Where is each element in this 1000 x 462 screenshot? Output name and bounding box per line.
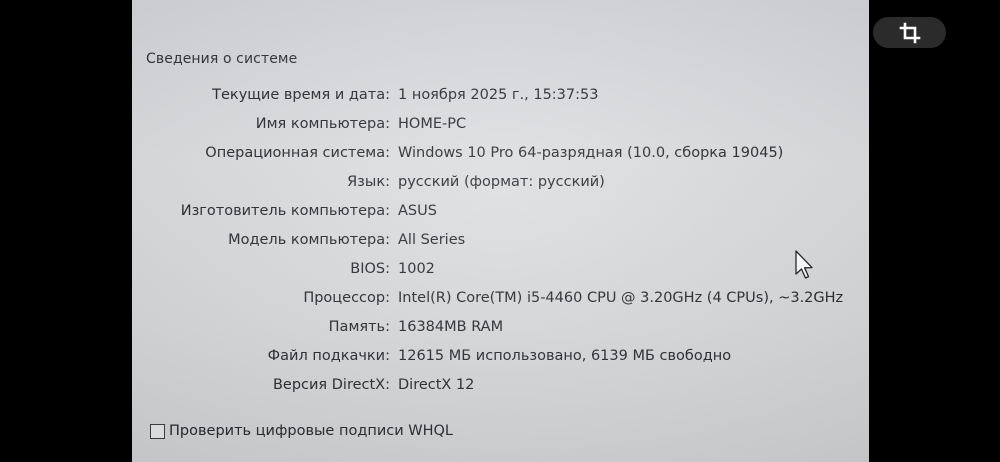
info-label: Операционная система — [205, 145, 390, 161]
info-value: 1002 — [398, 261, 435, 277]
info-label: Имя компьютера — [256, 116, 390, 132]
photo-viewport: Сведения о системе Текущие время и дата … — [0, 0, 1000, 462]
info-row-datetime: Текущие время и дата 1 ноября 2025 г., 1… — [132, 84, 869, 113]
crop-icon — [899, 22, 920, 43]
info-value: ASUS — [398, 203, 437, 219]
whql-checkbox[interactable] — [150, 423, 165, 439]
info-label: Текущие время и дата — [212, 87, 390, 103]
section-title: Сведения о системе — [146, 51, 298, 67]
monitor-screen: Сведения о системе Текущие время и дата … — [132, 0, 869, 462]
info-label: Файл подкачки — [268, 348, 390, 364]
info-label: Версия DirectX — [273, 377, 390, 393]
whql-checkbox-row[interactable]: Проверить цифровые подписи WHQL — [150, 423, 453, 439]
crop-button[interactable] — [873, 17, 946, 48]
info-value: HOME-PC — [398, 116, 467, 132]
info-value: 1 ноября 2025 г., 15:37:53 — [398, 87, 599, 103]
mouse-pointer-icon — [795, 250, 813, 279]
info-value: Windows 10 Pro 64-разрядная (10.0, сборк… — [398, 145, 784, 161]
system-info-table: Текущие время и дата 1 ноября 2025 г., 1… — [132, 84, 869, 403]
info-label: Память — [329, 319, 390, 335]
whql-checkbox-label: Проверить цифровые подписи WHQL — [169, 423, 453, 439]
info-row-os: Операционная система Windows 10 Pro 64-р… — [132, 142, 869, 171]
info-value: DirectX 12 — [398, 377, 475, 393]
info-value: All Series — [398, 232, 466, 248]
info-row-directx: Версия DirectX DirectX 12 — [132, 374, 869, 403]
info-row-computer-name: Имя компьютера HOME-PC — [132, 113, 869, 142]
info-value: русский (формат: русский) — [398, 174, 605, 190]
info-row-bios: BIOS 1002 — [132, 258, 869, 287]
info-label: Изготовитель компьютера — [181, 203, 390, 219]
info-row-language: Язык русский (формат: русский) — [132, 171, 869, 200]
info-value: 12615 МБ использовано, 6139 МБ свободно — [398, 348, 732, 364]
info-row-processor: Процессор Intel(R) Core(TM) i5-4460 CPU … — [132, 287, 869, 316]
info-row-page-file: Файл подкачки 12615 МБ использовано, 613… — [132, 345, 869, 374]
info-label: BIOS — [350, 261, 390, 277]
info-value: Intel(R) Core(TM) i5-4460 CPU @ 3.20GHz … — [398, 290, 844, 306]
info-label: Процессор — [303, 290, 390, 306]
info-row-memory: Память 16384MB RAM — [132, 316, 869, 345]
info-label: Модель компьютера — [228, 232, 390, 248]
info-label: Язык — [347, 174, 390, 190]
info-row-manufacturer: Изготовитель компьютера ASUS — [132, 200, 869, 229]
info-value: 16384MB RAM — [398, 319, 504, 335]
info-row-model: Модель компьютера All Series — [132, 229, 869, 258]
